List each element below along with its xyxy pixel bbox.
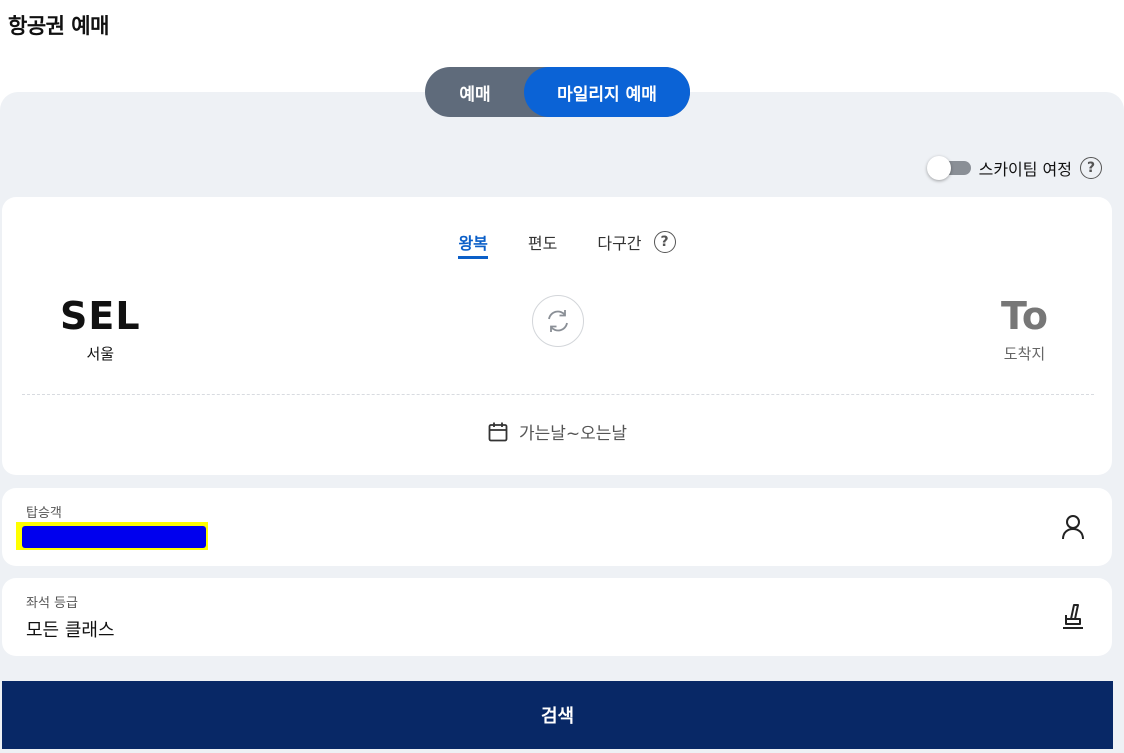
seat-class-field[interactable]: 좌석 등급 모든 클래스: [2, 578, 1112, 656]
booking-mode-switch: 예매 마일리지 예매: [425, 67, 690, 117]
tab-round-trip[interactable]: 왕복: [438, 227, 507, 259]
swap-arrows-icon: [548, 310, 568, 332]
passenger-label: 탑승객: [26, 506, 62, 521]
calendar-icon: [488, 422, 508, 441]
question-circle-icon[interactable]: ?: [1080, 157, 1102, 179]
destination-city: 도착지: [1003, 345, 1046, 363]
date-range-label: 가는날~오는날: [518, 424, 628, 444]
seat-class-value: 모든 클래스: [26, 620, 115, 641]
tab-one-way[interactable]: 편도: [508, 227, 577, 257]
tab-multi-city[interactable]: 다구간: [577, 227, 661, 257]
passenger-field[interactable]: 탑승객: [2, 488, 1112, 566]
seat-icon: [1058, 602, 1088, 632]
origin-city: 서울: [86, 345, 115, 363]
page-title: 항공권 예매: [8, 14, 109, 38]
origin-selector[interactable]: SEL 서울: [60, 293, 141, 364]
skyteam-label: 스카이팀 여정: [978, 160, 1072, 179]
destination-selector[interactable]: To 도착지: [1001, 293, 1048, 364]
destination-code: To: [1001, 294, 1048, 338]
tab-mileage-reserve[interactable]: 마일리지 예매: [524, 67, 690, 117]
divider: [22, 394, 1094, 395]
search-button[interactable]: 검색: [2, 681, 1113, 749]
person-icon: [1058, 512, 1088, 542]
skyteam-toggle[interactable]: [926, 156, 971, 180]
redaction-mark: [22, 526, 206, 548]
seat-class-label: 좌석 등급: [26, 596, 78, 611]
route-card: 왕복 편도 다구간 ? SEL 서울 To 도착지 가는날~오는날: [2, 197, 1112, 475]
tab-reserve[interactable]: 예매: [425, 67, 525, 117]
trip-type-tabs: 왕복 편도 다구간 ?: [2, 227, 1112, 259]
swap-route-button[interactable]: [532, 295, 584, 347]
skyteam-option: 스카이팀 여정 ?: [926, 156, 1102, 180]
origin-code: SEL: [60, 294, 141, 338]
date-selector[interactable]: 가는날~오는날: [2, 419, 1112, 444]
